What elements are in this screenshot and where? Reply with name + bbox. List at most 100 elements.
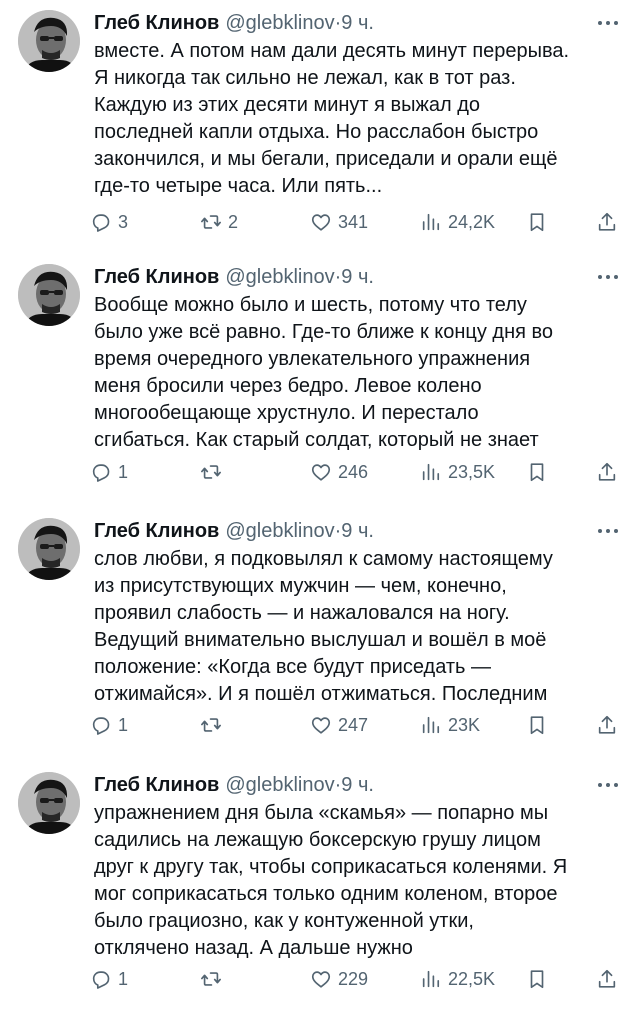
tweet-time[interactable]: 9 ч. [341,774,374,796]
heart-icon [311,214,331,231]
views-count: 24,2K [448,211,496,232]
like-button[interactable]: 341 [310,207,368,237]
share-icon [598,715,616,734]
share-button[interactable] [596,207,618,237]
views-icon [422,213,440,231]
share-icon [598,462,616,481]
bookmark-icon [530,716,544,735]
reply-count: 1 [118,461,129,482]
tweet-text: вместе. А потом нам дали десять минут пе… [94,38,614,200]
retweet-icon [201,215,221,229]
author-name[interactable]: Глеб Клинов [94,520,219,542]
tweet-actions: 1 229 22,5K [90,964,620,994]
reply-button[interactable]: 1 [90,964,128,994]
views-button[interactable]: 23K [420,710,480,740]
tweet-text-line: последней капли отдыха. Но расслабон быс… [94,121,539,143]
tweet-text-line: мог соприкасаться только одним коленом, … [94,883,558,905]
bookmark-button[interactable] [526,964,548,994]
tweet-text-line: меня бросили через бедро. Левое колено [94,375,482,397]
retweet-icon [201,718,221,732]
retweet-count: 2 [228,211,239,232]
heart-icon [311,971,331,988]
share-icon [598,969,616,988]
tweet-text-line: упражнением дня была «скамья» — попарно … [94,802,549,824]
retweet-button[interactable] [200,710,228,740]
tweet-actions: 1 246 23,5K [90,457,620,487]
like-button[interactable]: 247 [310,710,368,740]
tweet-text-line: из присутствующих мужчин — чем, конечно, [94,575,507,597]
tweet-time[interactable]: 9 ч. [341,12,374,34]
avatar-photo [18,10,80,72]
author-handle[interactable]: @glebklinov [225,12,334,34]
retweet-button[interactable]: 2 [200,207,238,237]
more-icon[interactable] [596,772,620,798]
more-icon[interactable] [596,518,620,544]
bookmark-button[interactable] [526,207,548,237]
reply-count: 3 [118,211,129,232]
tweet-text-line: где-то четыре часа. Или пять... [94,175,383,197]
tweet-text-line: проявил слабость — и нажаловался на ногу… [94,602,510,624]
tweet-actions: 3 2 341 24,2K [90,207,620,237]
more-icon[interactable] [596,10,620,36]
reply-icon [92,214,110,232]
bookmark-icon [530,463,544,482]
views-button[interactable]: 24,2K [420,207,495,237]
retweet-button[interactable] [200,457,228,487]
tweet-text-line: слов любви, я подковылял к самому настоя… [94,548,553,570]
share-button[interactable] [596,964,618,994]
bookmark-button[interactable] [526,457,548,487]
share-button[interactable] [596,457,618,487]
views-icon [422,716,440,734]
author-name[interactable]: Глеб Клинов [94,12,219,34]
tweet-text-line: Я никогда так сильно не лежал, как в тот… [94,67,516,89]
avatar-photo [18,518,80,580]
avatar[interactable] [18,772,80,834]
tweet-text-line: положение: «Когда все будут приседать — [94,656,492,678]
reply-count: 1 [118,714,129,735]
author-handle[interactable]: @glebklinov [225,774,334,796]
like-count: 247 [338,714,369,735]
tweet-header: Глеб Клинов @glebklinov·9 ч. [94,264,620,290]
share-icon [598,212,616,231]
views-button[interactable]: 23,5K [420,457,495,487]
like-count: 246 [338,461,369,482]
tweet-text-line: отжимайся». И я пошёл отжиматься. Послед… [94,683,548,705]
tweet-text-line: Ведущий внимательно выслушал и вошёл в м… [94,629,547,651]
author-name[interactable]: Глеб Клинов [94,266,219,288]
views-count: 23K [448,714,481,735]
author-name[interactable]: Глеб Клинов [94,774,219,796]
retweet-button[interactable] [200,964,228,994]
views-button[interactable]: 22,5K [420,964,495,994]
tweet-text-line: садились на лежащую боксерскую грушу лиц… [94,829,541,851]
tweet-time[interactable]: 9 ч. [341,520,374,542]
heart-icon [311,464,331,481]
views-count: 23,5K [448,461,496,482]
tweet-actions: 1 247 23K [90,710,620,740]
tweet-time[interactable]: 9 ч. [341,266,374,288]
like-button[interactable]: 229 [310,964,368,994]
avatar[interactable] [18,10,80,72]
views-icon [422,463,440,481]
reply-button[interactable]: 1 [90,710,128,740]
tweet-text: слов любви, я подковылял к самому настоя… [94,546,614,708]
avatar[interactable] [18,518,80,580]
tweet-text-line: вместе. А потом нам дали десять минут пе… [94,40,570,62]
tweet-text-line: время очередного увлекательного упражнен… [94,348,531,370]
like-count: 229 [338,968,369,989]
reply-button[interactable]: 3 [90,207,128,237]
retweet-icon [201,972,221,986]
avatar[interactable] [18,264,80,326]
bookmark-button[interactable] [526,710,548,740]
reply-button[interactable]: 1 [90,457,128,487]
tweet-text-line: было грациозно, как у контуженной утки, [94,910,474,932]
tweet-text: упражнением дня была «скамья» — попарно … [94,800,614,962]
like-button[interactable]: 246 [310,457,368,487]
heart-icon [311,717,331,734]
author-handle[interactable]: @glebklinov [225,520,334,542]
views-icon [422,970,440,988]
more-icon[interactable] [596,264,620,290]
reply-count: 1 [118,968,129,989]
tweet-header: Глеб Клинов @glebklinov·9 ч. [94,10,620,36]
author-handle[interactable]: @glebklinov [225,266,334,288]
share-button[interactable] [596,710,618,740]
